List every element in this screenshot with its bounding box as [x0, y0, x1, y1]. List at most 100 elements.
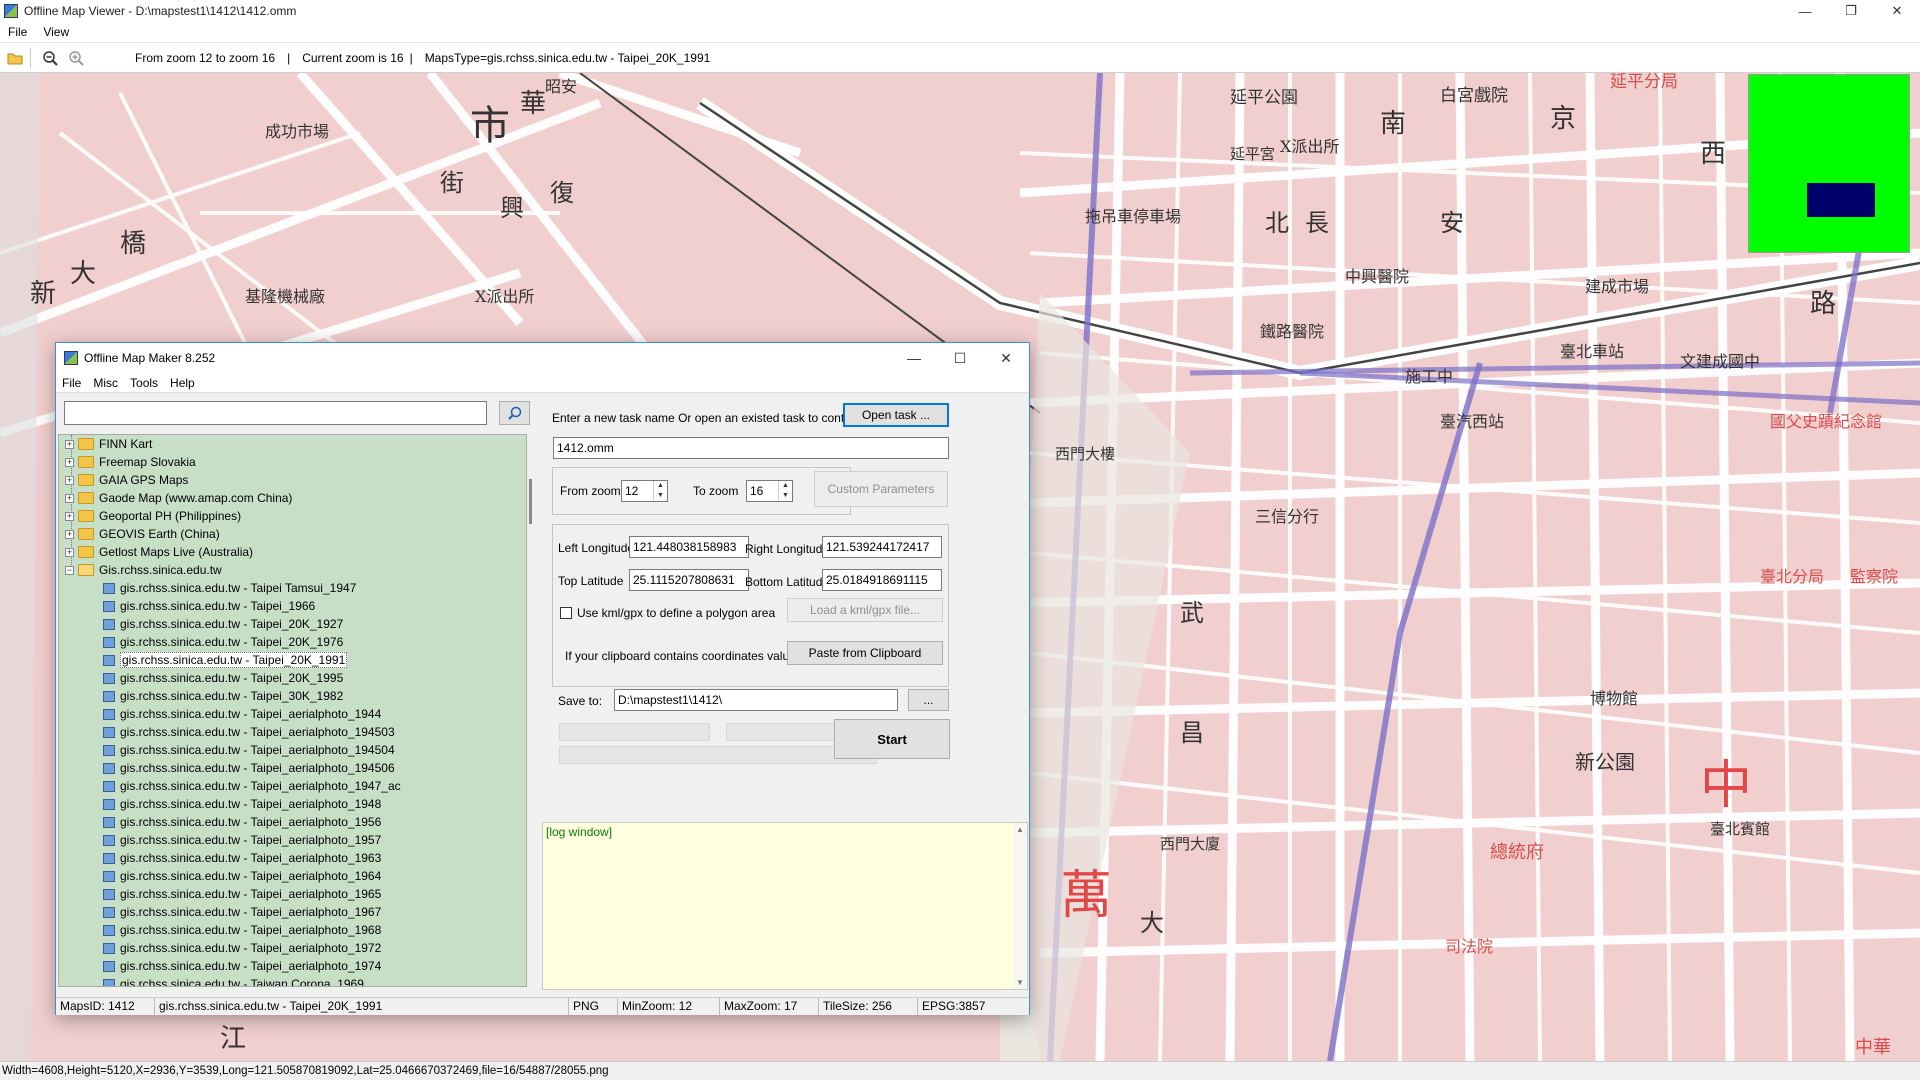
minimize-button[interactable]: — [1782, 0, 1828, 22]
zoom-range-text: From zoom 12 to zoom 16 [135, 50, 276, 65]
kml-checkbox[interactable] [560, 607, 572, 619]
custom-parameters-button[interactable]: Custom Parameters [814, 471, 948, 507]
browse-button[interactable]: ... [908, 689, 949, 711]
tree-folder[interactable]: + Geoportal PH (Philippines) [59, 507, 241, 525]
bottom-latitude-field[interactable]: 25.0184918691115 [822, 569, 942, 591]
map-layer-icon [103, 870, 115, 882]
open-folder-button[interactable] [4, 47, 26, 69]
close-button[interactable]: ✕ [1874, 0, 1920, 22]
tree-leaf[interactable]: gis.rchss.sinica.edu.tw - Taipei_aerialp… [59, 939, 381, 957]
tree-leaf[interactable]: gis.rchss.sinica.edu.tw - Taipei_aerialp… [59, 903, 381, 921]
tree-leaf[interactable]: gis.rchss.sinica.edu.tw - Taipei_20K_192… [59, 615, 343, 633]
maps-type-text: MapsType=gis.rchss.sinica.edu.tw - Taipe… [424, 50, 711, 65]
expand-icon[interactable]: + [65, 457, 74, 467]
expand-icon[interactable]: + [65, 529, 74, 539]
dialog-menu-file[interactable]: File [56, 376, 87, 390]
tree-folder-open[interactable]: − Gis.rchss.sinica.edu.tw [59, 561, 222, 579]
collapse-icon[interactable]: − [65, 565, 74, 575]
dialog-menu-tools[interactable]: Tools [124, 376, 164, 390]
tree-leaf-label: gis.rchss.sinica.edu.tw - Taipei_aerialp… [120, 941, 382, 955]
tree-folder[interactable]: + Gaode Map (www.amap.com China) [59, 489, 292, 507]
save-to-field[interactable]: D:\mapstest1\1412\ [614, 689, 898, 711]
tree-leaf[interactable]: gis.rchss.sinica.edu.tw - Taipei Tamsui_… [59, 579, 356, 597]
tree-leaf-label: gis.rchss.sinica.edu.tw - Taipei_30K_198… [120, 689, 344, 703]
tree-leaf[interactable]: gis.rchss.sinica.edu.tw - Taipei_aerialp… [59, 849, 381, 867]
left-longitude-label: Left Longitude [558, 541, 635, 555]
log-window[interactable]: [log window] ▲ ▼ [542, 822, 1028, 990]
tree-leaf[interactable]: gis.rchss.sinica.edu.tw - Taipei_20K_199… [59, 651, 348, 669]
tree-leaf[interactable]: gis.rchss.sinica.edu.tw - Taipei_aerialp… [59, 723, 395, 741]
tree-folder[interactable]: + FINN Kart [59, 435, 152, 453]
start-button[interactable]: Start [834, 719, 950, 759]
window-title: Offline Map Viewer - D:\mapstest1\1412\1… [24, 4, 297, 18]
tree-folder[interactable]: + Freemap Slovakia [59, 453, 196, 471]
map-source-tree[interactable]: + FINN Kart + Freemap Slovakia + GAIA GPS M… [58, 434, 527, 987]
zoom-in-button[interactable] [65, 47, 87, 69]
tree-leaf[interactable]: gis.rchss.sinica.edu.tw - Taipei_aerialp… [59, 705, 381, 723]
minimap[interactable] [1748, 74, 1910, 253]
expand-icon[interactable]: + [65, 511, 74, 521]
tree-leaf[interactable]: gis.rchss.sinica.edu.tw - Taipei_aerialp… [59, 867, 381, 885]
tree-leaf[interactable]: gis.rchss.sinica.edu.tw - Taipei_aerialp… [59, 885, 381, 903]
tree-leaf[interactable]: gis.rchss.sinica.edu.tw - Taipei_30K_198… [59, 687, 343, 705]
tree-scrollbar[interactable] [528, 434, 534, 987]
zoom-out-button[interactable] [39, 47, 61, 69]
tree-scrollbar-thumb[interactable] [529, 479, 532, 524]
search-button[interactable] [499, 401, 530, 425]
dialog-menu-misc[interactable]: Misc [87, 376, 124, 390]
right-longitude-field[interactable]: 121.539244172417 [822, 536, 942, 558]
tree-folder[interactable]: + GEOVIS Earth (China) [59, 525, 220, 543]
dialog-minimize-button[interactable]: — [891, 343, 937, 373]
kml-label: Use kml/gpx to define a polygon area [577, 606, 776, 620]
dialog-close-button[interactable]: ✕ [983, 343, 1029, 373]
tree-leaf[interactable]: gis.rchss.sinica.edu.tw - Taipei_aerialp… [59, 831, 381, 849]
from-zoom-spinner[interactable]: 12 ▲ ▼ [621, 480, 668, 502]
spinner-arrows-icon[interactable]: ▲ ▼ [653, 481, 667, 501]
restore-button[interactable]: ❐ [1828, 0, 1874, 22]
tree-leaf[interactable]: gis.rchss.sinica.edu.tw - Taipei_aerialp… [59, 921, 381, 939]
tree-leaf[interactable]: gis.rchss.sinica.edu.tw - Taipei_aerialp… [59, 759, 395, 777]
tree-leaf[interactable]: gis.rchss.sinica.edu.tw - Taipei_aerialp… [59, 777, 401, 795]
tree-leaf[interactable]: gis.rchss.sinica.edu.tw - Taiwan Corona_… [59, 975, 364, 987]
minimap-viewport[interactable] [1807, 183, 1875, 217]
tree-leaf-label: gis.rchss.sinica.edu.tw - Taiwan Corona_… [120, 977, 364, 987]
open-task-button[interactable]: Open task ... [843, 403, 949, 427]
tree-leaf-label: gis.rchss.sinica.edu.tw - Taipei_aerialp… [120, 761, 395, 775]
menu-view[interactable]: View [35, 25, 77, 39]
paste-from-clipboard-button[interactable]: Paste from Clipboard [787, 641, 943, 665]
tree-folder[interactable]: + GAIA GPS Maps [59, 471, 188, 489]
tree-leaf[interactable]: gis.rchss.sinica.edu.tw - Taipei_20K_199… [59, 669, 343, 687]
map-layer-icon [103, 942, 115, 954]
scroll-down-icon[interactable]: ▼ [1013, 978, 1027, 987]
menu-file[interactable]: File [0, 25, 35, 39]
dialog-menu-help[interactable]: Help [164, 376, 201, 390]
expand-icon[interactable]: + [65, 439, 74, 449]
tree-folder-label: GAIA GPS Maps [99, 473, 189, 487]
tree-leaf[interactable]: gis.rchss.sinica.edu.tw - Taipei_aerialp… [59, 795, 381, 813]
expand-icon[interactable]: + [65, 475, 74, 485]
search-input[interactable] [64, 401, 487, 425]
toolbar-separator [30, 47, 31, 68]
expand-icon[interactable]: + [65, 547, 74, 557]
top-latitude-field[interactable]: 25.1115207808631 [629, 569, 749, 591]
tree-leaf[interactable]: gis.rchss.sinica.edu.tw - Taipei_20K_197… [59, 633, 343, 651]
log-scrollbar[interactable]: ▲ ▼ [1013, 823, 1027, 989]
map-layer-icon [103, 762, 115, 774]
left-longitude-field[interactable]: 121.448038158983 [629, 536, 749, 558]
zoom-out-icon [43, 50, 58, 66]
tree-leaf[interactable]: gis.rchss.sinica.edu.tw - Taipei_aerialp… [59, 741, 395, 759]
tree-folder[interactable]: + Getlost Maps Live (Australia) [59, 543, 253, 561]
dialog-maximize-button[interactable]: ☐ [937, 343, 983, 373]
tree-folder-label: Gaode Map (www.amap.com China) [99, 491, 293, 505]
progress-bar-1 [559, 723, 710, 741]
tree-leaf[interactable]: gis.rchss.sinica.edu.tw - Taipei_aerialp… [59, 813, 381, 831]
scroll-up-icon[interactable]: ▲ [1013, 825, 1027, 834]
tree-leaf[interactable]: gis.rchss.sinica.edu.tw - Taipei_aerialp… [59, 957, 381, 975]
tree-leaf[interactable]: gis.rchss.sinica.edu.tw - Taipei_1966 [59, 597, 315, 615]
expand-icon[interactable]: + [65, 493, 74, 503]
dialog-titlebar[interactable]: Offline Map Maker 8.252 — ☐ ✕ [56, 343, 1029, 373]
spinner-arrows-icon[interactable]: ▲ ▼ [778, 481, 792, 501]
to-zoom-spinner[interactable]: 16 ▲ ▼ [746, 480, 793, 502]
load-kml-button[interactable]: Load a kml/gpx file... [787, 598, 943, 622]
task-name-field[interactable]: 1412.omm [553, 437, 949, 459]
